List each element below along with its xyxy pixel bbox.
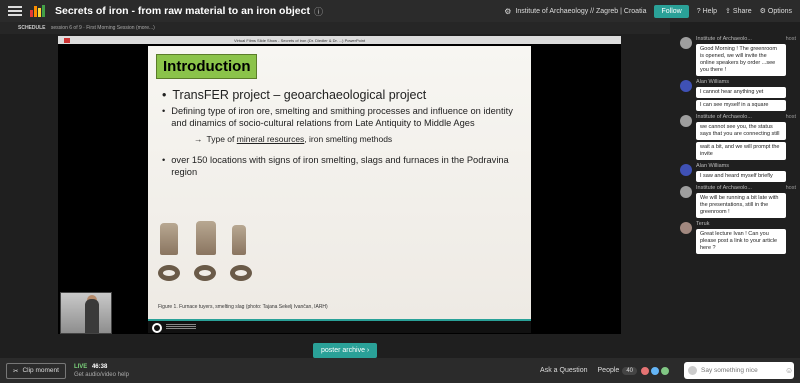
avatar bbox=[640, 365, 650, 376]
bullet-3: over 150 locations with signs of iron sm… bbox=[171, 155, 509, 177]
people-count: 40 bbox=[622, 366, 637, 375]
sub-link: mineral resources bbox=[236, 134, 305, 144]
schedule-strip[interactable]: SCHEDULE session 6 of 9 · First Morning … bbox=[0, 22, 670, 34]
user-avatar bbox=[688, 366, 697, 375]
chat-author[interactable]: Alan Williams bbox=[696, 79, 729, 87]
event-title: Secrets of iron - from raw material to a… bbox=[55, 5, 310, 17]
speaker-figure bbox=[85, 299, 99, 333]
emoji-icon[interactable]: ☺ bbox=[785, 366, 793, 375]
organizer-name: Institute of Archaeology // Zagreb | Cro… bbox=[515, 7, 647, 15]
chat-avatar[interactable] bbox=[680, 164, 692, 176]
organizer[interactable]: ⚙ Institute of Archaeology // Zagreb | C… bbox=[504, 7, 646, 16]
bullet-1: TransFER project – geoarchaeological pro… bbox=[172, 88, 427, 102]
audio-help-link[interactable]: Get audio/video help bbox=[74, 371, 129, 379]
chat-author[interactable]: Teruk bbox=[696, 221, 709, 229]
scissors-icon: ✂ bbox=[13, 367, 19, 375]
bullet-dot: • bbox=[162, 88, 167, 102]
chat-avatar[interactable] bbox=[680, 186, 692, 198]
slide-footer bbox=[148, 319, 531, 333]
bullet-dot: • bbox=[162, 155, 166, 165]
chat-bubble: Good Morning ! The greenroom is opened, … bbox=[696, 44, 786, 76]
live-label: LIVE bbox=[73, 363, 88, 370]
sub-prefix: Type of bbox=[206, 134, 237, 144]
share-button[interactable]: ⇪ Share bbox=[725, 7, 752, 16]
video-stage[interactable]: Virtual Films Slide Show - Secrets of ir… bbox=[58, 36, 621, 334]
help-icon: ? bbox=[696, 7, 701, 15]
slide-bullets: • TransFER project – geoarchaeological pr… bbox=[162, 88, 522, 178]
poster-archive-button[interactable]: poster archive › bbox=[313, 343, 378, 358]
schedule-detail: session 6 of 9 · First Morning Session (… bbox=[50, 25, 155, 31]
chat-bubble: Great lecture Ivan ! Can you please post… bbox=[696, 229, 786, 254]
gear-icon: ⚙ bbox=[759, 8, 766, 15]
live-time: 46:38 bbox=[91, 363, 108, 370]
share-icon: ⇪ bbox=[725, 8, 731, 15]
speaker-video-thumbnail[interactable] bbox=[60, 292, 112, 334]
chat-message: Institute of Archaeolo... host Good Mornin… bbox=[676, 36, 800, 76]
clip-moment-button[interactable]: ✂ Clip moment bbox=[6, 362, 66, 379]
artifact-photo bbox=[156, 221, 266, 291]
people-button[interactable]: People 40 bbox=[597, 365, 670, 376]
chat-message: Institute of Archaeolo... host we cannot s… bbox=[676, 114, 800, 160]
chat-author[interactable]: Institute of Archaeolo... bbox=[696, 114, 752, 122]
powerpoint-icon bbox=[64, 37, 70, 43]
footer-text-lines bbox=[166, 324, 196, 329]
clip-label: Clip moment bbox=[22, 367, 59, 374]
chat-bubble: We will be running a bit late with the p… bbox=[696, 193, 786, 218]
chat-avatar[interactable] bbox=[680, 37, 692, 49]
avatar bbox=[660, 365, 670, 376]
chat-input[interactable] bbox=[701, 367, 781, 374]
app-logo-icon[interactable] bbox=[30, 5, 45, 17]
host-badge: host bbox=[785, 36, 796, 42]
chat-avatar[interactable] bbox=[680, 80, 692, 92]
chat-message: Teruk Great lecture Ivan ! Can you please… bbox=[676, 221, 800, 254]
chat-author[interactable]: Institute of Archaeolo... bbox=[696, 185, 752, 193]
host-badge: host bbox=[785, 185, 796, 191]
top-bar: Secrets of iron - from raw material to a… bbox=[0, 0, 800, 22]
menu-icon[interactable] bbox=[8, 6, 22, 16]
schedule-label: SCHEDULE bbox=[18, 25, 46, 31]
slide-heading: Introduction bbox=[156, 54, 258, 79]
presentation-slide: Introduction • TransFER project – geoarch… bbox=[148, 46, 531, 321]
chat-message: Alan Williams I cannot hear anything yet I… bbox=[676, 79, 800, 111]
ask-question-button[interactable]: Ask a Question bbox=[540, 367, 587, 374]
chat-bubble: I can see myself in a square bbox=[696, 100, 786, 111]
chat-bubble: I cannot hear anything yet bbox=[696, 87, 786, 98]
sub-suffix: , iron smelting methods bbox=[304, 134, 393, 144]
arrow-icon: → bbox=[194, 134, 203, 144]
people-label: People bbox=[597, 367, 620, 374]
chat-message: Alan Williams I saw and heard myself brie… bbox=[676, 163, 800, 182]
presentation-window-bar: Virtual Films Slide Show - Secrets of ir… bbox=[58, 36, 621, 44]
chat-avatar[interactable] bbox=[680, 115, 692, 127]
chat-bubble: wait a bit, and we will prompt the invit… bbox=[696, 142, 786, 160]
bottom-bar: ✂ Clip moment LIVE 46:38 Get audio/video… bbox=[0, 358, 800, 383]
bullet-dot: • bbox=[162, 106, 166, 116]
chat-bubble: we cannot see you, the status says that … bbox=[696, 122, 786, 140]
figure-caption: Figure 1. Furnace tuyers, smelting slag … bbox=[158, 304, 328, 310]
organizer-icon: ⚙ bbox=[504, 6, 512, 16]
live-status: LIVE 46:38 Get audio/video help bbox=[74, 363, 129, 379]
chat-author[interactable]: Alan Williams bbox=[696, 163, 729, 171]
share-label: Share bbox=[732, 7, 752, 15]
chat-panel[interactable]: Institute of Archaeolo... host Good Mornin… bbox=[676, 36, 800, 354]
options-button[interactable]: ⚙ Options bbox=[759, 7, 792, 16]
chat-message: Institute of Archaeolo... host We will be … bbox=[676, 185, 800, 218]
help-button[interactable]: ? Help bbox=[697, 8, 717, 15]
chat-bubble: I saw and heard myself briefly bbox=[696, 171, 786, 182]
host-badge: host bbox=[785, 114, 796, 120]
chat-input-box[interactable]: ☺ bbox=[684, 362, 794, 379]
chat-avatar[interactable] bbox=[680, 222, 692, 234]
info-icon[interactable]: ⓘ bbox=[314, 5, 323, 18]
help-label: Help bbox=[702, 7, 718, 15]
options-label: Options bbox=[767, 7, 792, 15]
sub-bullet: → Type of mineral resources, iron smelti… bbox=[194, 134, 522, 144]
follow-button[interactable]: Follow bbox=[654, 4, 689, 18]
avatar bbox=[650, 365, 660, 376]
chat-author[interactable]: Institute of Archaeolo... bbox=[696, 36, 752, 44]
window-title: Virtual Films Slide Show - Secrets of ir… bbox=[234, 37, 366, 43]
university-logo-icon bbox=[152, 323, 162, 333]
bullet-2: Defining type of iron ore, smelting and … bbox=[171, 106, 513, 128]
